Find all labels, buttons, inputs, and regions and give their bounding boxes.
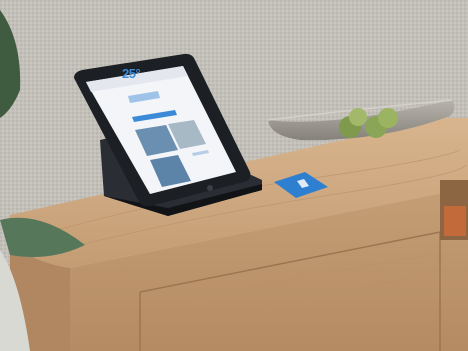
temperature-readout: 25° [122,66,141,81]
apple [349,108,367,126]
scene-illustration [0,0,468,351]
apple [378,108,398,128]
photo-scene: 25° [0,0,468,351]
shelf-item [444,206,466,236]
home-button [207,185,213,191]
